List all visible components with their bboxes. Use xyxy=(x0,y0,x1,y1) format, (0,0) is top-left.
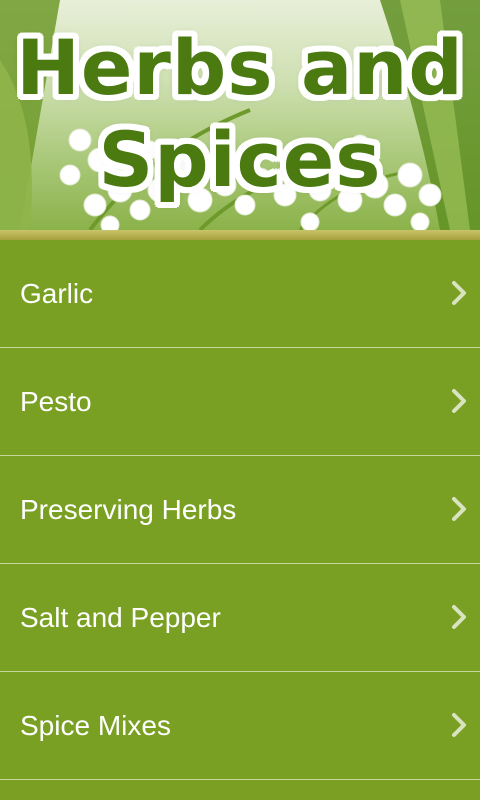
topic-list: Garlic Pesto Preserving Herbs Salt and P… xyxy=(0,240,480,780)
header-banner: Herbs and Spices xyxy=(0,0,480,230)
app-title-line2: Spices xyxy=(98,115,382,204)
chevron-right-icon xyxy=(452,713,466,737)
chevron-right-icon xyxy=(452,389,466,413)
list-item-garlic[interactable]: Garlic xyxy=(0,240,480,348)
list-item-label: Preserving Herbs xyxy=(20,494,237,525)
chevron-right-icon xyxy=(452,281,466,305)
chevron-right-icon xyxy=(452,605,466,629)
list-item-label: Salt and Pepper xyxy=(20,602,221,633)
list-item-label: Pesto xyxy=(20,386,92,417)
list-item-label: Spice Mixes xyxy=(20,710,171,741)
list-item-label: Garlic xyxy=(20,278,94,309)
app-screen: Herbs and Spices Garlic Pesto Preserving… xyxy=(0,0,480,800)
list-item-preserving-herbs[interactable]: Preserving Herbs xyxy=(0,456,480,564)
list-item-salt-and-pepper[interactable]: Salt and Pepper xyxy=(0,564,480,672)
app-title-line1: Herbs and xyxy=(16,23,464,112)
chevron-right-icon xyxy=(452,497,466,521)
header-divider xyxy=(0,230,480,240)
list-item-pesto[interactable]: Pesto xyxy=(0,348,480,456)
list-item-spice-mixes[interactable]: Spice Mixes xyxy=(0,672,480,780)
